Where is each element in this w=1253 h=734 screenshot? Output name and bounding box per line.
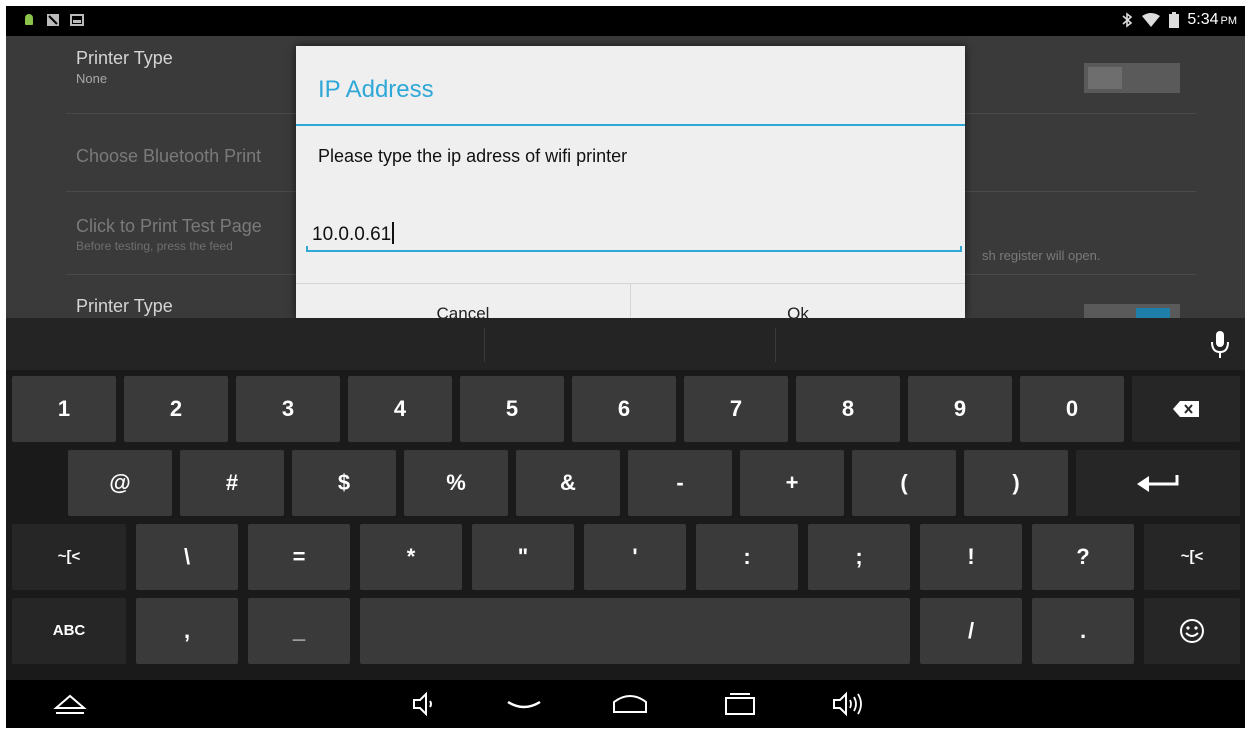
key-3[interactable]: 3	[236, 376, 340, 442]
register-note: sh register will open.	[982, 248, 1101, 263]
key-1[interactable]: 1	[12, 376, 116, 442]
keyboard-row-digits: 1 2 3 4 5 6 7 8 9 0	[6, 376, 1245, 442]
key-slash[interactable]: /	[920, 598, 1022, 664]
space-key[interactable]	[360, 598, 910, 664]
microphone-icon[interactable]	[1205, 328, 1235, 360]
key-close-paren[interactable]: )	[964, 450, 1068, 516]
bluetooth-icon	[1122, 12, 1133, 28]
text-cursor	[392, 222, 395, 244]
volume-up-icon[interactable]	[828, 688, 868, 720]
emoji-key[interactable]	[1144, 598, 1240, 664]
battery-icon	[1169, 12, 1180, 28]
key-double-quote[interactable]: "	[472, 524, 574, 590]
ip-address-dialog: IP Address Please type the ip adress of …	[296, 46, 965, 318]
recent-apps-icon[interactable]	[720, 688, 760, 720]
setting-title: Click to Print Test Page	[76, 216, 262, 236]
key-2[interactable]: 2	[124, 376, 228, 442]
dialog-title-divider	[296, 124, 965, 126]
key-5[interactable]: 5	[460, 376, 564, 442]
clock-time: 5:34	[1187, 11, 1219, 28]
setting-subtitle: Before testing, press the feed	[76, 239, 233, 253]
android-screen: 5:34 PM Printer Type None Choose Bluetoot…	[6, 6, 1245, 728]
cancel-button[interactable]: Cancel	[296, 284, 631, 318]
enter-key[interactable]	[1076, 450, 1240, 516]
status-left-icons	[22, 13, 84, 27]
more-symbols-key-right[interactable]: ~[<	[1144, 524, 1240, 590]
navigation-bar	[6, 680, 1245, 728]
setting-printer-type-2[interactable]: Printer Type	[76, 296, 173, 317]
keyboard-row-symbols: @ # $ % & - + ( )	[6, 450, 1245, 516]
key-semicolon[interactable]: ;	[808, 524, 910, 590]
setting-title: Printer Type	[76, 296, 173, 316]
enter-arrow-icon	[1137, 475, 1179, 493]
suggestion-divider	[775, 328, 776, 362]
back-icon[interactable]	[504, 688, 544, 720]
key-7[interactable]: 7	[684, 376, 788, 442]
key-ampersand[interactable]: &	[516, 450, 620, 516]
key-0[interactable]: 0	[1020, 376, 1124, 442]
suggestion-strip	[6, 318, 1245, 370]
abc-key[interactable]: ABC	[12, 598, 126, 664]
key-8[interactable]: 8	[796, 376, 900, 442]
printer-type-toggle-2[interactable]	[1084, 304, 1180, 318]
key-percent[interactable]: %	[404, 450, 508, 516]
dialog-buttons: Cancel Ok	[296, 283, 965, 318]
setting-subtitle: None	[76, 71, 108, 86]
key-colon[interactable]: :	[696, 524, 798, 590]
hide-keyboard-icon[interactable]	[50, 688, 90, 720]
key-open-paren[interactable]: (	[852, 450, 956, 516]
clock: 5:34 PM	[1187, 11, 1237, 29]
toggle-knob	[1136, 308, 1170, 318]
printer-type-toggle[interactable]	[1084, 63, 1180, 93]
dialog-title: IP Address	[318, 76, 434, 103]
dialog-message: Please type the ip adress of wifi printe…	[318, 146, 628, 166]
key-period[interactable]: .	[1032, 598, 1134, 664]
ok-button[interactable]: Ok	[631, 284, 965, 318]
status-bar: 5:34 PM	[6, 6, 1245, 36]
notification-icon	[47, 14, 59, 26]
setting-title: Choose Bluetooth Print	[76, 146, 262, 166]
key-question[interactable]: ?	[1032, 524, 1134, 590]
backspace-key[interactable]	[1132, 376, 1240, 442]
ip-address-value: 10.0.0.61	[312, 224, 392, 245]
suggestion-divider	[484, 328, 485, 362]
keyboard-row-punctuation: ~[< \ = * " ' : ; ! ? ~[<	[6, 524, 1245, 590]
key-hash[interactable]: #	[180, 450, 284, 516]
key-at[interactable]: @	[68, 450, 172, 516]
setting-title: Printer Type	[76, 48, 173, 68]
image-icon	[70, 14, 84, 26]
key-asterisk[interactable]: *	[360, 524, 462, 590]
ip-address-input[interactable]: 10.0.0.61	[306, 216, 962, 252]
volume-down-icon[interactable]	[404, 688, 444, 720]
toggle-knob	[1088, 67, 1122, 89]
setting-printer-type[interactable]: Printer Type None	[76, 48, 173, 86]
key-6[interactable]: 6	[572, 376, 676, 442]
keyboard-row-bottom: ABC , _ / .	[6, 598, 1245, 664]
home-icon[interactable]	[610, 688, 650, 720]
ip-address-input-wrapper: 10.0.0.61	[312, 222, 395, 246]
key-9[interactable]: 9	[908, 376, 1012, 442]
clock-ampm: PM	[1220, 15, 1238, 27]
key-4[interactable]: 4	[348, 376, 452, 442]
input-underline	[306, 246, 962, 252]
key-dollar[interactable]: $	[292, 450, 396, 516]
key-backslash[interactable]: \	[136, 524, 238, 590]
key-plus[interactable]: +	[740, 450, 844, 516]
key-comma[interactable]: ,	[136, 598, 238, 664]
key-underscore[interactable]: _	[248, 598, 350, 664]
setting-choose-bluetooth[interactable]: Choose Bluetooth Print	[76, 146, 261, 167]
smiley-icon	[1180, 619, 1204, 644]
setting-print-test-page[interactable]: Click to Print Test Page Before testing,…	[76, 216, 262, 253]
key-exclamation[interactable]: !	[920, 524, 1022, 590]
key-single-quote[interactable]: '	[584, 524, 686, 590]
more-symbols-key-left[interactable]: ~[<	[12, 524, 126, 590]
status-right-icons: 5:34 PM	[1121, 11, 1237, 29]
android-icon	[25, 14, 33, 25]
backspace-icon	[1173, 401, 1199, 418]
key-equals[interactable]: =	[248, 524, 350, 590]
soft-keyboard: 1 2 3 4 5 6 7 8 9 0 @ # $ % & - + () ~[…	[6, 318, 1245, 680]
key-minus[interactable]: -	[628, 450, 732, 516]
wifi-icon	[1142, 13, 1161, 27]
